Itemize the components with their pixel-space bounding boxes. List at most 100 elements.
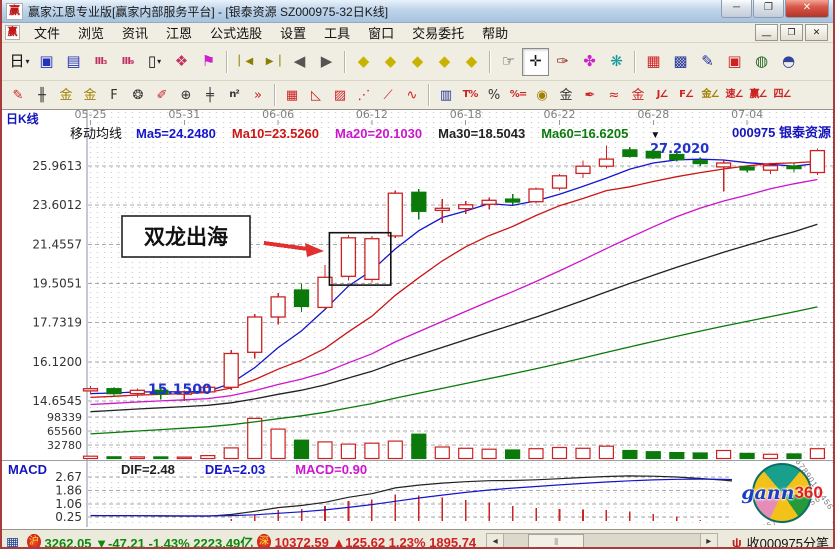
menu-工具[interactable]: 工具 bbox=[315, 23, 359, 42]
flag-mark-button[interactable]: ⚑ bbox=[195, 48, 222, 76]
overview-diamond-button[interactable]: ◆ bbox=[458, 48, 485, 76]
gold-line-red-button[interactable]: 金 bbox=[626, 84, 650, 106]
save-sync-button[interactable]: ◓ bbox=[775, 48, 802, 76]
save-web-icon: ◍ bbox=[755, 54, 768, 69]
info-f10-button[interactable]: ▤ bbox=[60, 48, 87, 76]
scroll-left-arrow[interactable]: ◂ bbox=[487, 534, 504, 549]
gold-circle-button[interactable]: ◉ bbox=[530, 84, 554, 106]
wave-line-icon: ∿ bbox=[407, 89, 418, 102]
measure-route-icon: ✐ bbox=[157, 89, 168, 102]
square-of-nine-button[interactable]: n² bbox=[222, 84, 246, 106]
menu-文件[interactable]: 文件 bbox=[25, 23, 69, 42]
child-close-button[interactable]: ✕ bbox=[805, 24, 828, 41]
nav-prev-button[interactable]: ◀ bbox=[286, 48, 313, 76]
zoom-out-diamond-icon: ◆ bbox=[439, 54, 451, 69]
gold-lines-button[interactable]: 金 bbox=[554, 84, 578, 106]
pencil-tool-button[interactable]: ✎ bbox=[6, 84, 30, 106]
chart-area[interactable]: 05-2505-3106-0606-1206-1806-2206-2807-04… bbox=[2, 110, 835, 529]
info-f10-icon: ▤ bbox=[66, 54, 80, 69]
angle-four-button[interactable]: 四∠ bbox=[770, 84, 794, 106]
menu-交易委托[interactable]: 交易委托 bbox=[403, 23, 473, 42]
calculator-button[interactable]: ▩ bbox=[667, 48, 694, 76]
price-ruler-button[interactable]: ╪ bbox=[198, 84, 222, 106]
kline-period-button[interactable]: 日▾ bbox=[6, 48, 33, 76]
angle-gold-button[interactable]: 金∠ bbox=[698, 84, 722, 106]
more-tools-button[interactable]: » bbox=[246, 84, 270, 106]
measure-tool-button[interactable]: ✑ bbox=[549, 48, 576, 76]
svg-text:23.6012: 23.6012 bbox=[32, 198, 82, 212]
horizontal-scrollbar[interactable]: ◂ ▸ bbox=[486, 533, 718, 549]
child-minimize-button[interactable]: ＿ bbox=[755, 24, 778, 41]
memo-button[interactable]: ✎ bbox=[694, 48, 721, 76]
svg-text:17.7319: 17.7319 bbox=[32, 316, 82, 330]
calendar-status-icon[interactable]: ▦ bbox=[6, 534, 19, 549]
menu-帮助[interactable]: 帮助 bbox=[473, 23, 517, 42]
gann-gold-grid-button[interactable]: 金 bbox=[54, 84, 78, 106]
percent-lines-button[interactable]: %= bbox=[506, 84, 530, 106]
calendar-button[interactable]: ▦ bbox=[640, 48, 667, 76]
crosshair-button[interactable]: ✛ bbox=[522, 48, 549, 76]
gann-grid-button[interactable]: ▨ bbox=[328, 84, 352, 106]
scroll-right-arrow[interactable]: ▸ bbox=[700, 534, 717, 549]
wave-line-button[interactable]: ∿ bbox=[400, 84, 424, 106]
app-window: 赢 赢家江恩专业版[赢家内部服务平台] - [银泰资源 SZ000975-32日… bbox=[0, 0, 835, 549]
scrollbar-thumb[interactable] bbox=[528, 534, 584, 549]
grid-tool-button[interactable]: ╫ bbox=[30, 84, 54, 106]
percent-t-button[interactable]: T% bbox=[458, 84, 482, 106]
zoom-out-diamond-button[interactable]: ◆ bbox=[431, 48, 458, 76]
stats-panel-button[interactable]: ▥ bbox=[434, 84, 458, 106]
fibonacci-grid-button[interactable]: F bbox=[102, 84, 126, 106]
save-web-button[interactable]: ◍ bbox=[748, 48, 775, 76]
percent-button[interactable]: % bbox=[482, 84, 506, 106]
gann-box-button[interactable]: ▦ bbox=[280, 84, 304, 106]
menu-浏览[interactable]: 浏览 bbox=[69, 23, 113, 42]
candle-style-button[interactable]: ▯▾ bbox=[141, 48, 168, 76]
angle-f-button[interactable]: F∠ bbox=[674, 84, 698, 106]
minute-chart-9-button[interactable]: Ⅲ₉ bbox=[114, 48, 141, 76]
maximize-button[interactable]: ❐ bbox=[753, 0, 784, 18]
svg-text:32780: 32780 bbox=[47, 439, 82, 452]
percent-icon: % bbox=[488, 89, 500, 102]
shift-left-diamond-button[interactable]: ◆ bbox=[350, 48, 377, 76]
multi-window-button[interactable]: ▣ bbox=[33, 48, 60, 76]
nav-last-button[interactable]: ▶▕ bbox=[259, 48, 286, 76]
spiral-tool-button[interactable]: ❂ bbox=[126, 84, 150, 106]
mark-pen-button[interactable]: ✒ bbox=[578, 84, 602, 106]
angle-j-button[interactable]: J∠ bbox=[650, 84, 674, 106]
close-button[interactable]: ✕ bbox=[785, 0, 829, 18]
nav-next-button[interactable]: ▶ bbox=[313, 48, 340, 76]
macd-legend-value: DIF=2.48 bbox=[121, 462, 175, 477]
magic-tool-button[interactable]: ✤ bbox=[576, 48, 603, 76]
nav-first-button[interactable]: ▏◀ bbox=[232, 48, 259, 76]
svg-text:98339: 98339 bbox=[47, 411, 82, 424]
time-cycle-button[interactable]: ⊕ bbox=[174, 84, 198, 106]
menu-设置[interactable]: 设置 bbox=[271, 23, 315, 42]
angle-speed-button[interactable]: 速∠ bbox=[722, 84, 746, 106]
title-bar[interactable]: 赢 赢家江恩专业版[赢家内部服务平台] - [银泰资源 SZ000975-32日… bbox=[2, 0, 833, 23]
menu-江恩[interactable]: 江恩 bbox=[157, 23, 201, 42]
speed-rays-button[interactable]: ⋰ bbox=[352, 84, 376, 106]
pattern-search-button[interactable]: ❖ bbox=[168, 48, 195, 76]
ma-dropdown-icon[interactable]: ▼ bbox=[650, 130, 660, 141]
toolbar-main: 日▾▣▤Ⅲ₃Ⅲ₉▯▾❖⚑▏◀▶▕◀▶◆◆◆◆◆☞✛✑✤❋▦▩✎▣◍◓ bbox=[2, 43, 833, 81]
save-sync-icon: ◓ bbox=[782, 54, 795, 69]
menu-资讯[interactable]: 资讯 bbox=[113, 23, 157, 42]
smart-tool-button[interactable]: ❋ bbox=[603, 48, 630, 76]
measure-route-button[interactable]: ✐ bbox=[150, 84, 174, 106]
gann-fan-button[interactable]: ◺ bbox=[304, 84, 328, 106]
wave-band-button[interactable]: ≈ bbox=[602, 84, 626, 106]
gann-gold-grid2-button[interactable]: 金 bbox=[78, 84, 102, 106]
minute-chart-3-button[interactable]: Ⅲ₃ bbox=[87, 48, 114, 76]
nav-first-icon: ▏◀ bbox=[239, 57, 252, 67]
hand-drag-button[interactable]: ☞ bbox=[495, 48, 522, 76]
angle-win-button[interactable]: 赢∠ bbox=[746, 84, 770, 106]
menu-窗口[interactable]: 窗口 bbox=[359, 23, 403, 42]
scrollbar-track[interactable] bbox=[504, 534, 700, 549]
shift-right-diamond-button[interactable]: ◆ bbox=[377, 48, 404, 76]
minimize-button[interactable]: ─ bbox=[721, 0, 752, 18]
menu-公式选股[interactable]: 公式选股 bbox=[201, 23, 271, 42]
save-disk-button[interactable]: ▣ bbox=[721, 48, 748, 76]
zoom-in-diamond-button[interactable]: ◆ bbox=[404, 48, 431, 76]
child-restore-button[interactable]: ❐ bbox=[780, 24, 803, 41]
trend-line-button[interactable]: ⟋ bbox=[376, 84, 400, 106]
